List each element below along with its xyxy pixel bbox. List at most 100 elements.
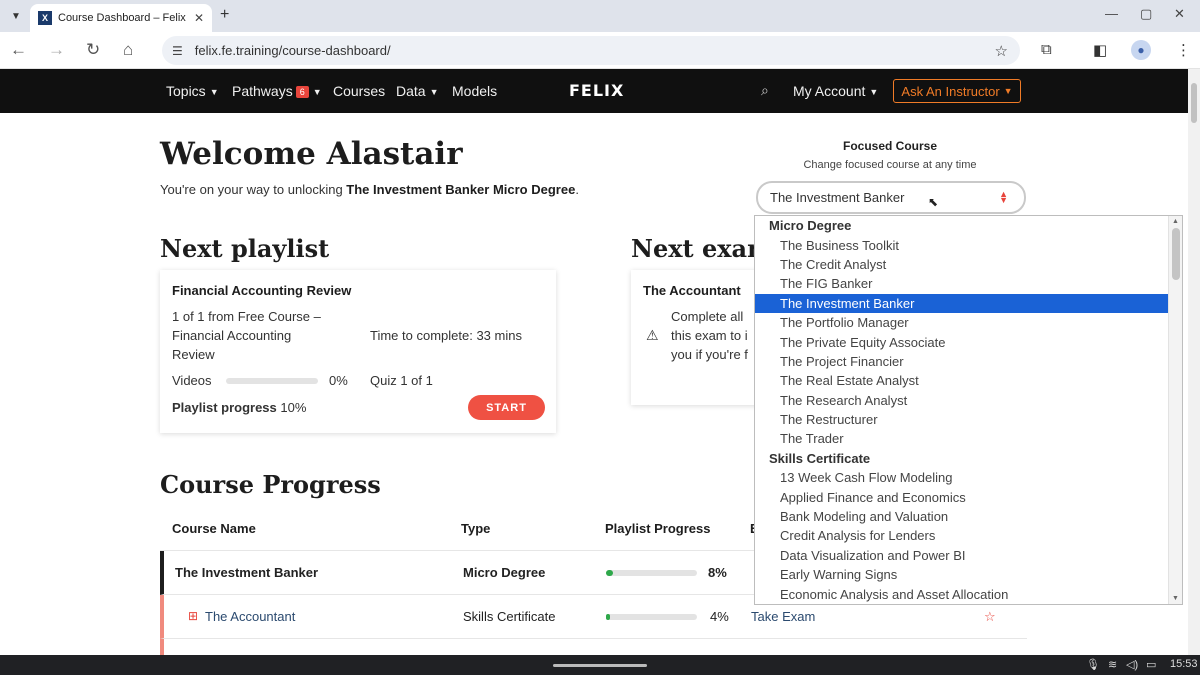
- battery-icon[interactable]: ▭: [1146, 658, 1156, 671]
- dropdown-option[interactable]: The Trader: [755, 429, 1170, 448]
- favicon-icon: X: [38, 11, 52, 25]
- dropdown-group-label: Micro Degree: [769, 218, 852, 234]
- dropdown-option[interactable]: The FIG Banker: [755, 274, 1170, 293]
- forward-icon[interactable]: →: [48, 40, 65, 60]
- dropdown-option[interactable]: The Research Analyst: [755, 391, 1170, 410]
- dropdown-scrollbar[interactable]: ▲ ▼: [1168, 216, 1182, 604]
- playlist-progress-value: 10%: [280, 400, 307, 415]
- playlist-progress: Playlist progress 10%: [172, 398, 306, 417]
- extensions-icon[interactable]: ⧉: [1041, 41, 1052, 58]
- nav-courses[interactable]: Courses: [333, 83, 385, 99]
- dropdown-option[interactable]: Data Visualization and Power BI: [755, 546, 1170, 565]
- new-tab-icon[interactable]: +: [220, 6, 229, 24]
- ask-instructor-button[interactable]: Ask An Instructor ▼: [893, 79, 1021, 103]
- welcome-heading: Welcome Alastair: [160, 136, 463, 172]
- nav-data-label: Data: [396, 83, 426, 99]
- clock-time[interactable]: 15:53: [1170, 658, 1198, 670]
- next-playlist-heading: Next playlist: [160, 234, 330, 263]
- focused-course-dropdown[interactable]: Micro Degree The Business Toolkit The Cred…: [754, 215, 1183, 605]
- nav-data[interactable]: Data ▼: [396, 83, 439, 99]
- chevron-down-icon: ▼: [869, 87, 879, 98]
- dropdown-option[interactable]: The Business Toolkit: [755, 235, 1170, 254]
- course-type: Skills Certificate: [463, 609, 556, 624]
- os-taskbar: 🎙 ≋ ◁) ▭ 15:53: [0, 655, 1200, 675]
- course-progress-bar: [606, 570, 697, 576]
- course-progress-heading: Course Progress: [160, 470, 381, 499]
- focused-course-title: Focused Course: [842, 139, 938, 153]
- nav-pathways[interactable]: Pathways 6 ▼: [232, 83, 322, 99]
- dropdown-option[interactable]: Bank Modeling and Valuation: [755, 507, 1170, 526]
- nav-pathways-label: Pathways: [232, 83, 293, 99]
- tab-search-icon[interactable]: ▼: [6, 6, 26, 26]
- nav-my-account[interactable]: My Account ▼: [793, 83, 878, 99]
- dropdown-option[interactable]: The Project Financier: [755, 352, 1170, 371]
- dropdown-option[interactable]: Economic Analysis and Asset Allocation: [755, 584, 1170, 603]
- expand-plus-icon[interactable]: ⊞: [188, 609, 198, 623]
- course-name[interactable]: The Accountant: [205, 609, 295, 624]
- scroll-up-icon[interactable]: ▲: [1172, 218, 1179, 225]
- dropdown-scrollbar-thumb[interactable]: [1172, 228, 1180, 280]
- videos-label: Videos: [172, 373, 212, 388]
- maximize-icon[interactable]: ▢: [1140, 6, 1152, 22]
- shelf-handle[interactable]: [553, 664, 647, 667]
- playlist-source-line1: 1 of 1 from Free Course –: [172, 309, 321, 324]
- my-account-label: My Account: [793, 83, 866, 99]
- close-tab-icon[interactable]: ✕: [194, 11, 204, 25]
- dropdown-option[interactable]: Credit Analysis for Lenders: [755, 526, 1170, 545]
- page-scrollbar[interactable]: [1188, 69, 1200, 655]
- wifi-icon[interactable]: ≋: [1108, 658, 1117, 671]
- dropdown-option[interactable]: The Portfolio Manager: [755, 313, 1170, 332]
- ask-instructor-label: Ask An Instructor: [901, 83, 1000, 99]
- exam-description-line2: this exam to i: [671, 328, 748, 343]
- browser-tab-strip: ▼ X Course Dashboard – Felix ✕ + — ▢ ✕: [0, 0, 1200, 32]
- minimize-icon[interactable]: —: [1105, 6, 1118, 21]
- welcome-sub-prefix: You're on your way to unlocking: [160, 182, 347, 197]
- course-progress-fill: [606, 614, 610, 620]
- chevron-down-icon: ▼: [429, 87, 439, 98]
- volume-icon[interactable]: ◁): [1126, 658, 1138, 671]
- course-type: Micro Degree: [463, 565, 546, 580]
- nav-topics-label: Topics: [166, 83, 206, 99]
- course-name: The Investment Banker: [175, 565, 319, 580]
- page-scrollbar-thumb[interactable]: [1191, 83, 1197, 123]
- dropdown-option[interactable]: Applied Finance and Economics: [755, 487, 1170, 506]
- exam-description: Complete all this exam to i you if you'r…: [671, 307, 755, 364]
- dropdown-option[interactable]: The Restructurer: [755, 410, 1170, 429]
- course-progress-fill: [606, 570, 614, 576]
- favorite-star-icon[interactable]: ☆: [984, 609, 996, 625]
- menu-kebab-icon[interactable]: ⋮: [1176, 41, 1191, 59]
- side-panel-icon[interactable]: ◧: [1093, 41, 1107, 59]
- dropdown-option[interactable]: Early Warning Signs: [755, 565, 1170, 584]
- scroll-down-icon[interactable]: ▼: [1172, 595, 1179, 602]
- videos-progress-bar: [226, 378, 318, 384]
- browser-tab[interactable]: X Course Dashboard – Felix ✕: [30, 4, 212, 32]
- felix-logo[interactable]: FELIX: [569, 81, 624, 100]
- search-icon[interactable]: ⌕: [761, 82, 769, 99]
- dropdown-group-label: Skills Certificate: [769, 450, 871, 466]
- dropdown-option[interactable]: The Real Estate Analyst: [755, 371, 1170, 390]
- reload-icon[interactable]: ↻: [86, 40, 100, 60]
- focused-course-select[interactable]: The Investment Banker ▲ ▼: [756, 181, 1026, 214]
- exam-title: The Accountant: [643, 283, 741, 298]
- col-type: Type: [461, 521, 491, 536]
- dropdown-option[interactable]: The Investment Banker: [755, 293, 1170, 313]
- col-course-name: Course Name: [172, 521, 256, 536]
- dropdown-option[interactable]: The Private Equity Associate: [755, 332, 1170, 351]
- dropdown-option[interactable]: 13 Week Cash Flow Modeling: [755, 468, 1170, 487]
- nav-topics[interactable]: Topics ▼: [166, 83, 219, 99]
- take-exam-link[interactable]: Take Exam: [751, 609, 815, 624]
- start-button[interactable]: START: [468, 395, 545, 420]
- dropdown-option[interactable]: The Credit Analyst: [755, 255, 1170, 274]
- site-settings-icon[interactable]: ☰: [172, 44, 183, 58]
- close-window-icon[interactable]: ✕: [1174, 6, 1185, 22]
- bookmark-star-icon[interactable]: ☆: [995, 42, 1008, 60]
- home-icon[interactable]: ⌂: [123, 40, 133, 60]
- nav-models[interactable]: Models: [452, 83, 497, 99]
- microphone-icon[interactable]: 🎙: [1086, 658, 1100, 671]
- mouse-cursor-icon: ⬉: [928, 195, 939, 209]
- address-bar[interactable]: ☰ felix.fe.training/course-dashboard/ ☆: [162, 36, 1020, 65]
- playlist-source: 1 of 1 from Free Course – Financial Acco…: [172, 307, 321, 364]
- chevron-down-icon: ▼: [312, 87, 322, 98]
- profile-avatar-icon[interactable]: ●: [1131, 40, 1151, 60]
- back-icon[interactable]: ←: [10, 40, 27, 60]
